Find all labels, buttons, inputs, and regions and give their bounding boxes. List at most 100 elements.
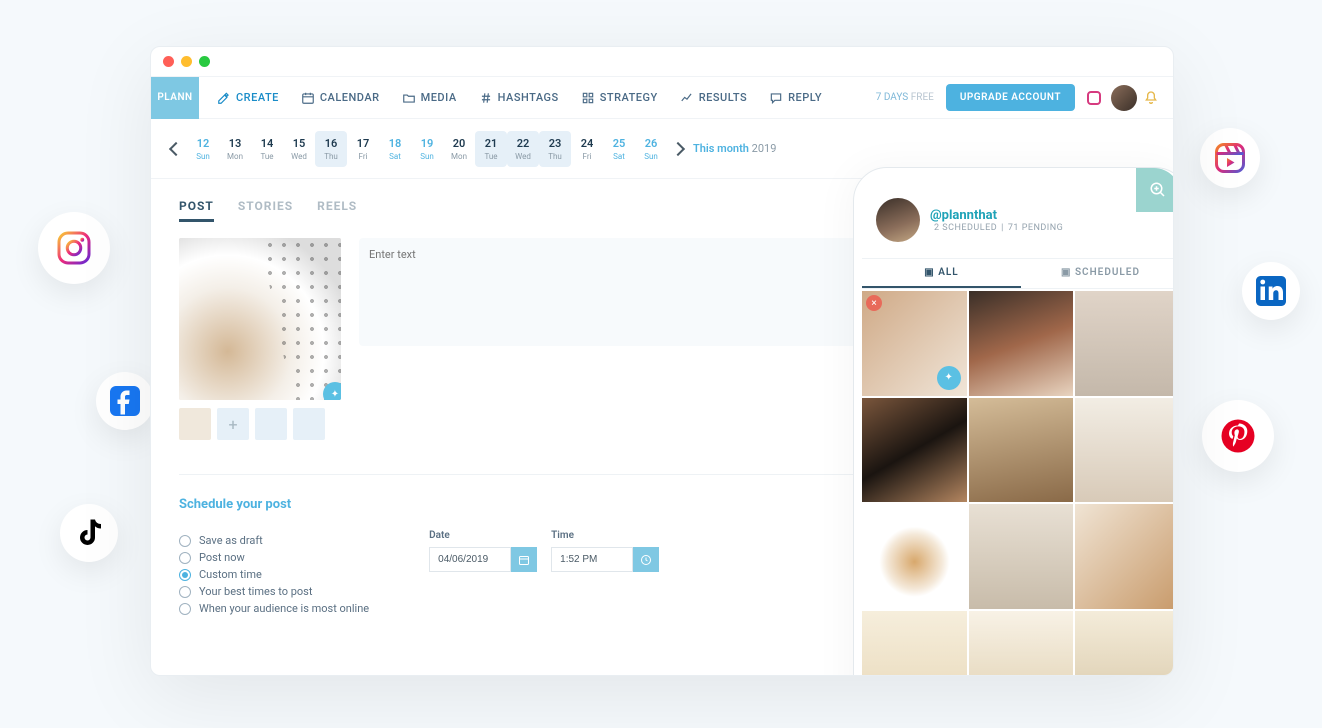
nav-hashtags-label: HASHTAGS [498, 91, 559, 104]
thumbnail-empty [255, 408, 287, 440]
filter-scheduled[interactable]: ▣ SCHEDULED [1021, 259, 1174, 288]
upgrade-button[interactable]: UPGRADE ACCOUNT [946, 84, 1075, 111]
time-picker-button[interactable] [633, 547, 659, 572]
day-cell[interactable]: 13Mon [219, 131, 251, 167]
instagram-account-icon[interactable] [1087, 91, 1101, 105]
month-indicator[interactable]: This month 2019 [693, 142, 776, 155]
day-cell[interactable]: 21Tue [475, 131, 507, 167]
radio-label: Post now [199, 551, 245, 564]
feed-grid: ×✦ [862, 291, 1174, 676]
radio-label: Custom time [199, 568, 262, 581]
day-cell[interactable]: 16Thu [315, 131, 347, 167]
day-cell[interactable]: 26Sun [635, 131, 667, 167]
bell-icon[interactable] [1143, 90, 1159, 106]
profile-avatar[interactable] [876, 198, 920, 242]
nav-create[interactable]: CREATE [217, 91, 279, 105]
tab-post[interactable]: POST [179, 199, 214, 222]
schedule-option[interactable]: Custom time [179, 568, 369, 581]
tiktok-bubble [60, 504, 118, 562]
next-dates-button[interactable] [671, 141, 685, 155]
main-nav: CREATE CALENDAR MEDIA HASHTAGS STRATEGY … [217, 91, 822, 105]
edit-post-button[interactable]: ✦ [937, 366, 961, 390]
schedule-option[interactable]: Save as draft [179, 534, 369, 547]
schedule-option[interactable]: Your best times to post [179, 585, 369, 598]
reels-bubble [1200, 128, 1260, 188]
grid-cell[interactable] [969, 291, 1074, 396]
nav-results[interactable]: RESULTS [680, 91, 747, 105]
nav-hashtags[interactable]: HASHTAGS [479, 91, 559, 105]
tab-reels[interactable]: REELS [317, 199, 357, 222]
day-cell[interactable]: 14Tue [251, 131, 283, 167]
nav-calendar[interactable]: CALENDAR [301, 91, 380, 105]
thumbnail[interactable] [179, 408, 211, 440]
tiktok-icon [71, 515, 107, 551]
reels-icon [1212, 140, 1248, 176]
linkedin-icon [1253, 273, 1289, 309]
nav-strategy[interactable]: STRATEGY [581, 91, 658, 105]
profile-header: @plannthat 2 SCHEDULED|71 PENDING [862, 192, 1174, 248]
edit-wand-button[interactable]: ✦ [323, 382, 341, 400]
date-picker-button[interactable] [511, 547, 537, 572]
day-cell[interactable]: 22Wed [507, 131, 539, 167]
day-cell[interactable]: 15Wed [283, 131, 315, 167]
zoom-window-button[interactable] [199, 56, 210, 67]
grid-cell[interactable]: ×✦ [862, 291, 967, 396]
day-list: 12Sun13Mon14Tue15Wed16Thu17Fri18Sat19Sun… [187, 131, 667, 167]
facebook-bubble [96, 372, 154, 430]
close-window-button[interactable] [163, 56, 174, 67]
logo: PLANN [151, 77, 199, 119]
radio-label: Your best times to post [199, 585, 312, 598]
grid-cell[interactable] [862, 398, 967, 503]
minimize-window-button[interactable] [181, 56, 192, 67]
day-cell[interactable]: 17Fri [347, 131, 379, 167]
schedule-option[interactable]: When your audience is most online [179, 602, 369, 615]
grid-cell[interactable] [969, 504, 1074, 609]
day-cell[interactable]: 20Mon [443, 131, 475, 167]
nav-media[interactable]: MEDIA [402, 91, 457, 105]
profile-stats: 2 SCHEDULED|71 PENDING [930, 223, 1067, 233]
grid-cell[interactable] [1075, 291, 1174, 396]
day-cell[interactable]: 12Sun [187, 131, 219, 167]
clock-icon [640, 554, 652, 566]
radio-icon [179, 569, 191, 581]
time-label: Time [551, 530, 659, 541]
grid-cell[interactable] [1075, 504, 1174, 609]
day-cell[interactable]: 24Fri [571, 131, 603, 167]
schedule-option[interactable]: Post now [179, 551, 369, 564]
grid-cell[interactable] [1075, 611, 1174, 676]
radio-icon [179, 552, 191, 564]
grid-cell[interactable] [969, 611, 1074, 676]
thumbnail-row: + [179, 408, 341, 440]
time-input[interactable] [551, 547, 633, 572]
grid-cell[interactable] [862, 504, 967, 609]
app-window: PLANN CREATE CALENDAR MEDIA HASHTAGS STR… [150, 46, 1174, 676]
prev-dates-button[interactable] [169, 141, 183, 155]
instagram-bubble [38, 212, 110, 284]
nav-reply[interactable]: REPLY [769, 91, 822, 105]
create-icon [217, 91, 231, 105]
radio-label: Save as draft [199, 534, 263, 547]
grid-cell[interactable] [969, 398, 1074, 503]
delete-post-button[interactable]: × [866, 295, 882, 311]
chart-icon [680, 91, 694, 105]
schedule-options: Save as draft Post now Custom time Your bes… [179, 530, 369, 619]
search-button[interactable] [1136, 168, 1174, 212]
thumbnail-empty [293, 408, 325, 440]
grid-cell[interactable] [862, 611, 967, 676]
window-titlebar [151, 47, 1173, 77]
grid-cell[interactable] [1075, 398, 1174, 503]
add-media-button[interactable]: + [217, 408, 249, 440]
main-image[interactable]: ✦ [179, 238, 341, 400]
date-input[interactable] [429, 547, 511, 572]
tab-stories[interactable]: STORIES [238, 199, 293, 222]
facebook-icon [107, 383, 143, 419]
calendar-icon [518, 554, 530, 566]
user-avatar[interactable] [1111, 85, 1137, 111]
instagram-icon [56, 230, 92, 266]
day-cell[interactable]: 23Thu [539, 131, 571, 167]
day-cell[interactable]: 18Sat [379, 131, 411, 167]
day-cell[interactable]: 25Sat [603, 131, 635, 167]
search-plus-icon [1149, 181, 1167, 199]
filter-all[interactable]: ▣ ALL [862, 259, 1021, 288]
day-cell[interactable]: 19Sun [411, 131, 443, 167]
